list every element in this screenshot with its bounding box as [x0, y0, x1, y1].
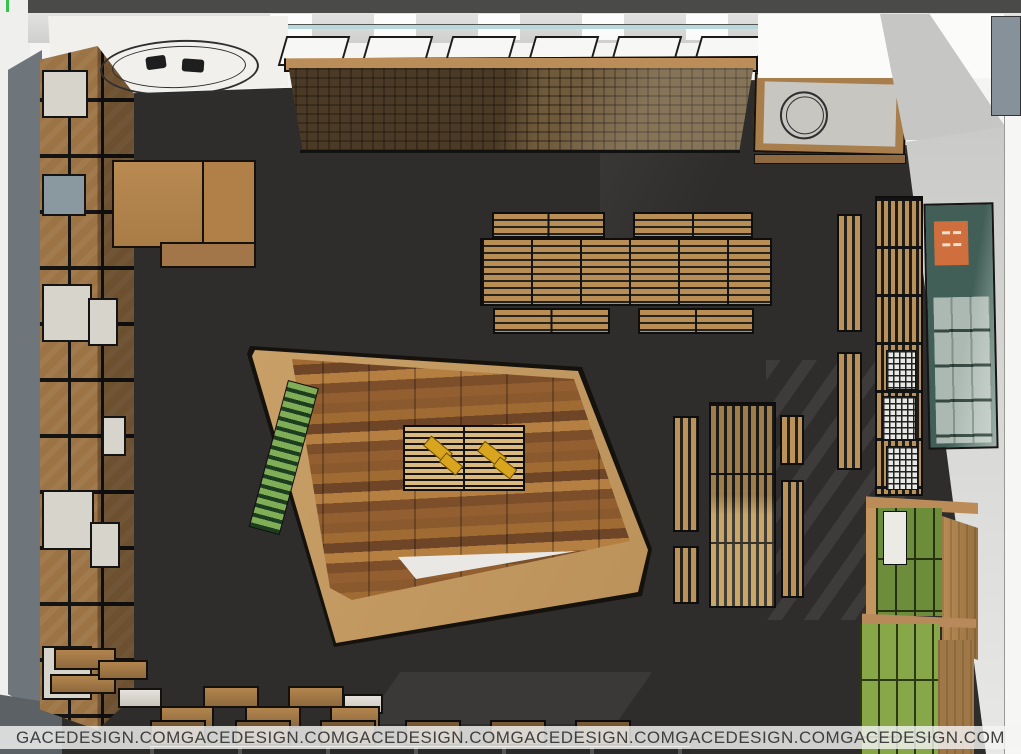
display-box: [98, 660, 148, 680]
right-slat-bench: [837, 352, 862, 470]
shelf-cell-white: [104, 418, 124, 454]
slat-bench: [638, 308, 754, 334]
render-canvas: GACEDESIGN.COM GACEDESIGN.COM GACEDESIGN…: [0, 0, 1021, 754]
floor-light-patch: [364, 672, 652, 724]
shelf-cell-white: [44, 492, 92, 548]
watermark-text: GACEDESIGN.COM: [16, 728, 181, 748]
chair: [182, 58, 205, 73]
slat-bench: [633, 212, 753, 238]
logo-mark: [953, 243, 961, 246]
watermark-text: GACEDESIGN.COM: [181, 728, 346, 748]
poster-logo-orange: [934, 221, 969, 266]
shelf-mesh-block: [882, 396, 916, 440]
slat-table-large: [480, 238, 772, 306]
slat-bench: [493, 308, 610, 334]
shelf-cell-gray: [44, 176, 84, 214]
logo-mark: [942, 243, 950, 246]
axis-tick-green: [6, 0, 9, 12]
shelf-mesh-block: [886, 350, 916, 390]
slat-bench-v: [673, 416, 699, 532]
shelf-cell-white: [92, 524, 118, 566]
wall-poster: [923, 202, 998, 449]
display-box: [203, 686, 259, 708]
slat-table-large-v: [709, 402, 776, 608]
shelf-cell-white: [44, 286, 90, 340]
shelf-cell-white: [90, 300, 116, 344]
reception-desk-main: [112, 160, 208, 248]
right-wall-white-block: [758, 14, 1004, 78]
shelf-cell-white: [44, 72, 86, 116]
slat-bench-v: [781, 480, 804, 598]
watermark-text: GACEDESIGN.COM: [840, 728, 1005, 748]
poster-photo-grid: [933, 296, 992, 443]
right-slat-bench: [837, 214, 862, 332]
watermark-text: GACEDESIGN.COM: [346, 728, 511, 748]
watermark-text: GACEDESIGN.COM: [675, 728, 840, 748]
display-box: [288, 686, 344, 708]
lattice-panel-shadow: [300, 150, 740, 153]
wood-lattice-panel: [284, 68, 758, 152]
counter-front-shelf: [754, 154, 906, 164]
left-cubby-shelf: [38, 46, 134, 730]
green-shelf-wood-side-upper: [942, 510, 978, 660]
logo-mark: [942, 231, 950, 234]
slat-bench: [492, 212, 605, 238]
right-wall-gray-strip: [991, 16, 1021, 116]
counter-top: [763, 81, 896, 146]
slat-bench-v: [673, 546, 699, 604]
shelf-mesh-block: [886, 446, 918, 490]
display-box-white: [118, 688, 162, 708]
left-wall: [8, 50, 42, 714]
top-dark-bar: [28, 0, 1021, 13]
reception-desk-return: [160, 242, 256, 268]
right-wall-white-strip: [1004, 112, 1021, 754]
logo-mark: [953, 231, 961, 234]
chair: [145, 55, 167, 71]
watermark-text: GACEDESIGN.COM: [511, 728, 676, 748]
green-shelf-white-cell: [884, 512, 906, 564]
watermark-strip: GACEDESIGN.COM GACEDESIGN.COM GACEDESIGN…: [0, 726, 1021, 749]
slat-bench-v: [780, 415, 804, 465]
service-counter: [753, 72, 907, 156]
